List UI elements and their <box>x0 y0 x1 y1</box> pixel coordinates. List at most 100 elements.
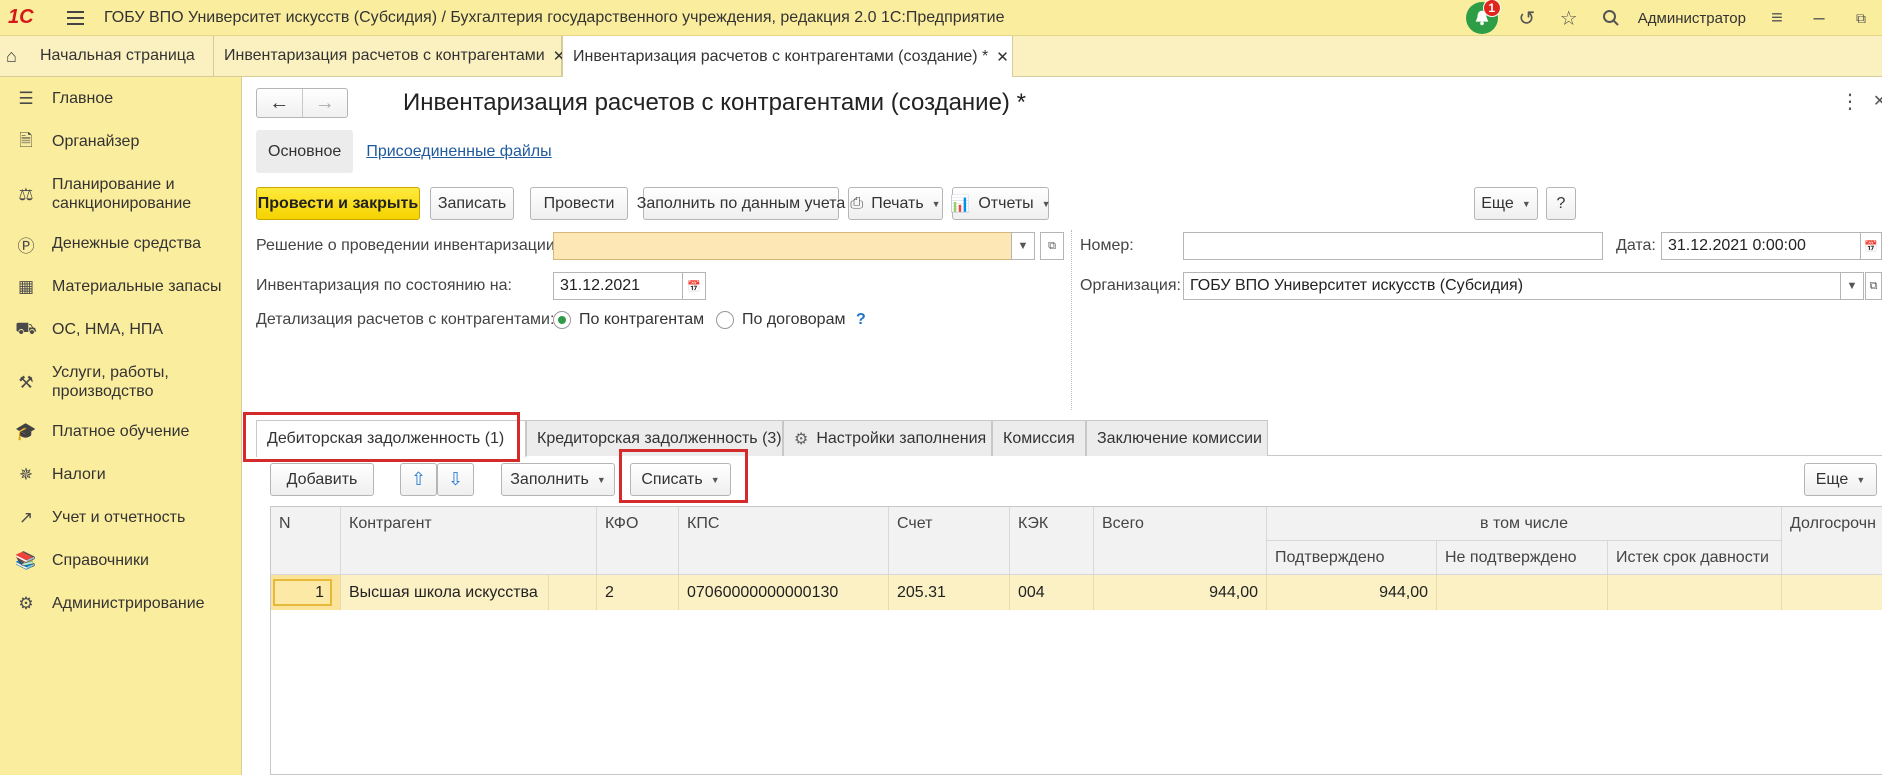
sidebar-item-accounting[interactable]: ↗ Учет и отчетность <box>0 508 195 528</box>
organization-field[interactable]: ГОБУ ВПО Университет искусств (Субсидия) <box>1183 272 1841 300</box>
organization-dropdown[interactable]: ▼ <box>1840 272 1864 300</box>
tab-commission-conclusion[interactable]: Заключение комиссии <box>1086 420 1268 456</box>
tab-inventory-create[interactable]: Инвентаризация расчетов с контрагентами … <box>562 36 1013 77</box>
add-row-button[interactable]: Добавить <box>270 463 374 496</box>
cell-expired[interactable] <box>1608 575 1782 610</box>
cell-kfo[interactable]: 2 <box>597 575 679 610</box>
cell-not-confirmed[interactable] <box>1437 575 1608 610</box>
col-header-contractor[interactable]: Контрагент <box>341 507 597 575</box>
sidebar-item-main[interactable]: ☰ Главное <box>0 89 123 109</box>
history-icon[interactable]: ↺ <box>1506 0 1548 36</box>
col-header-kps[interactable]: КПС <box>679 507 889 575</box>
calendar-icon[interactable]: 📅 <box>682 272 706 300</box>
tab-payables[interactable]: Кредиторская задолженность (3) <box>526 420 783 456</box>
organization-open-icon[interactable]: ⧉ <box>1865 272 1882 300</box>
section-main[interactable]: Основное <box>256 130 354 173</box>
sidebar-item-services[interactable]: ⚒ Услуги, работы, производство <box>0 363 202 401</box>
col-header-expired[interactable]: Истек срок давности <box>1608 541 1782 575</box>
chevron-down-icon: ▼ <box>1856 474 1866 485</box>
cell-kps[interactable]: 07060000000000130 <box>679 575 889 610</box>
cell-longterm[interactable] <box>1782 575 1882 610</box>
sidebar-item-admin[interactable]: ⚙ Администрирование <box>0 594 215 614</box>
cell-total[interactable]: 944,00 <box>1094 575 1267 610</box>
home-icon: ⌂ <box>6 45 17 66</box>
sidebar-item-cash[interactable]: Ⓟ Денежные средства <box>0 234 211 256</box>
post-button[interactable]: Провести <box>530 187 628 220</box>
minimize-icon[interactable]: – <box>1798 0 1840 36</box>
col-header-kek[interactable]: КЭК <box>1010 507 1094 575</box>
number-field[interactable] <box>1183 232 1603 260</box>
sidebar-item-taxes[interactable]: ✵ Налоги <box>0 465 116 485</box>
save-button[interactable]: Записать <box>430 187 514 220</box>
chevron-down-icon: ▼ <box>710 474 720 485</box>
notifications-button[interactable]: 1 <box>1465 0 1501 34</box>
table-more-button[interactable]: Еще ▼ <box>1804 463 1877 496</box>
sidebar-item-label: Планирование и санкционирование <box>52 176 192 212</box>
fill-by-accounting-button[interactable]: Заполнить по данным учета <box>637 187 845 220</box>
close-form-icon[interactable]: ✕ <box>1873 91 1882 111</box>
main-menu-button[interactable] <box>58 10 92 25</box>
more-button[interactable]: Еще ▼ <box>1474 187 1538 220</box>
tab-label: Инвентаризация расчетов с контрагентами <box>224 47 545 64</box>
reports-button[interactable]: 📊 Отчеты ▼ <box>950 187 1051 220</box>
sidebar-item-materials[interactable]: ▦ Материальные запасы <box>0 277 231 297</box>
sidebar-item-assets[interactable]: ⛟ ОС, НМА, НПА <box>0 319 173 340</box>
decision-field[interactable] <box>553 232 1012 260</box>
post-and-close-button[interactable]: Провести и закрыть <box>256 187 420 220</box>
col-header-confirmed[interactable]: Подтверждено <box>1267 541 1437 575</box>
coin-icon: Ⓟ <box>17 236 35 256</box>
history-nav: ← → <box>256 88 348 118</box>
sidebar-item-references[interactable]: 📚 Справочники <box>0 551 159 571</box>
favorites-star-icon[interactable]: ☆ <box>1548 0 1590 36</box>
detail-help-icon[interactable]: ? <box>856 311 866 329</box>
chevron-down-icon: ▼ <box>931 198 941 209</box>
cell-n-value[interactable]: 1 <box>273 579 332 606</box>
search-icon[interactable] <box>1590 0 1632 36</box>
section-attached-files[interactable]: Присоединенные файлы <box>366 130 551 173</box>
col-header-account[interactable]: Счет <box>889 507 1010 575</box>
help-button[interactable]: ? <box>1546 187 1576 220</box>
date-field[interactable]: 31.12.2021 0:00:00 <box>1661 232 1861 260</box>
cell-contractor[interactable]: Высшая школа искусства <box>341 575 549 610</box>
forward-arrow-icon[interactable]: → <box>303 89 348 117</box>
receivables-table: N Контрагент КФО КПС Счет КЭК Всего в то… <box>270 506 1882 775</box>
tab-fill-settings[interactable]: ⚙ Настройки заполнения <box>783 420 992 456</box>
back-arrow-icon[interactable]: ← <box>257 89 303 117</box>
decision-dropdown[interactable]: ▼ <box>1011 232 1035 260</box>
calendar-icon[interactable]: 📅 <box>1860 232 1882 260</box>
sidebar-item-planning[interactable]: ⚖ Планирование и санкционирование <box>0 175 222 213</box>
decision-open-icon[interactable]: ⧉ <box>1040 232 1064 260</box>
move-up-arrow-icon[interactable]: ⇧ <box>400 463 437 496</box>
tab-receivables[interactable]: Дебиторская задолженность (1) <box>256 420 526 457</box>
fill-table-button[interactable]: Заполнить ▼ <box>501 463 615 496</box>
write-off-button[interactable]: Списать ▼ <box>630 463 731 496</box>
sidebar-item-label: Материальные запасы <box>52 278 222 295</box>
cell-contractor-extra[interactable] <box>549 575 597 610</box>
cell-confirmed[interactable]: 944,00 <box>1267 575 1437 610</box>
tab-inventory-list[interactable]: Инвентаризация расчетов с контрагентами … <box>214 36 565 76</box>
tab-home[interactable]: ⌂ Начальная страница <box>0 36 214 76</box>
cell-account[interactable]: 205.31 <box>889 575 1010 610</box>
restore-window-icon[interactable]: ⧉ <box>1840 0 1882 36</box>
close-tab-icon[interactable]: ✕ <box>996 48 1009 66</box>
settings-lines-icon[interactable]: ≡ <box>1756 0 1798 36</box>
col-header-kfo[interactable]: КФО <box>597 507 679 575</box>
state-date-field[interactable]: 31.12.2021 <box>553 272 683 300</box>
cell-n[interactable]: 1 <box>271 575 341 610</box>
current-user[interactable]: Администратор <box>1638 10 1746 27</box>
radio-by-contractors[interactable]: По контрагентам <box>553 311 704 329</box>
col-header-total[interactable]: Всего <box>1094 507 1267 575</box>
more-actions-icon[interactable]: ⋮ <box>1840 89 1860 114</box>
page-tabs: Дебиторская задолженность (1) Кредиторск… <box>256 420 1882 457</box>
col-header-n[interactable]: N <box>271 507 341 575</box>
print-button[interactable]: ⎙ Печать ▼ <box>848 187 943 220</box>
move-down-arrow-icon[interactable]: ⇩ <box>437 463 474 496</box>
sidebar-item-education[interactable]: 🎓 Платное обучение <box>0 422 199 442</box>
col-header-not-confirmed[interactable]: Не подтверждено <box>1437 541 1608 575</box>
col-header-longterm[interactable]: Долгосрочн <box>1782 507 1882 575</box>
sidebar-item-organizer[interactable]: 🗎 Органайзер <box>0 131 149 152</box>
tab-commission[interactable]: Комиссия <box>992 420 1086 456</box>
cell-kek[interactable]: 004 <box>1010 575 1094 610</box>
radio-by-contracts[interactable]: По договорам <box>716 311 845 329</box>
print-label: Печать <box>871 194 924 212</box>
